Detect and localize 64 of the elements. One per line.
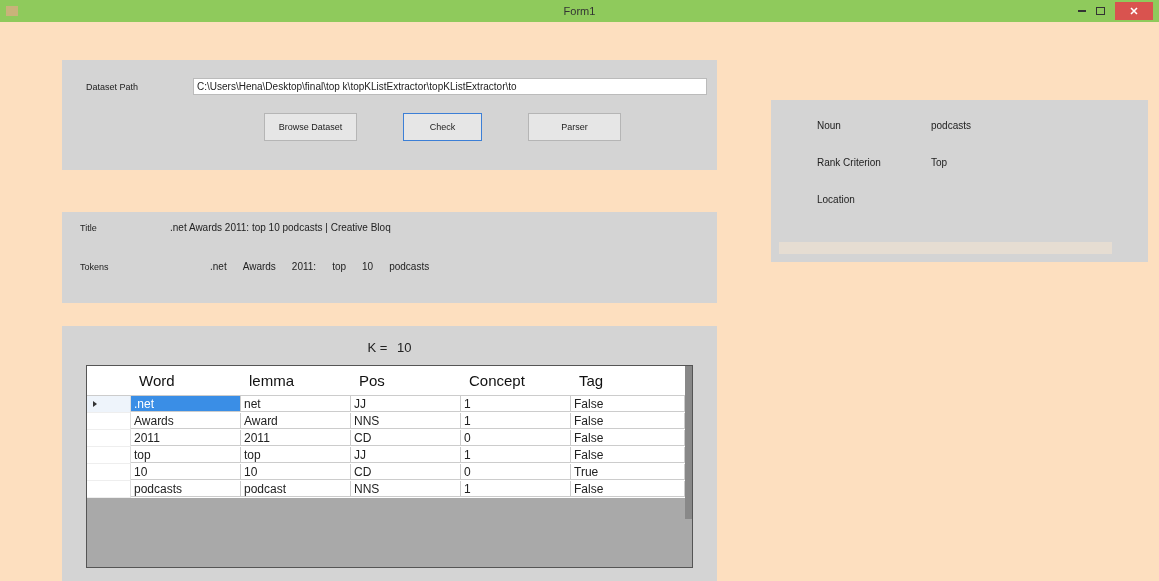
table-cell[interactable]: 2011 (131, 430, 241, 446)
table-cell[interactable]: podcasts (131, 481, 241, 497)
scrollbar[interactable] (685, 366, 692, 519)
table-cell[interactable]: 10 (131, 464, 241, 480)
row-header[interactable] (87, 481, 131, 498)
table-cell[interactable]: 10 (241, 464, 351, 480)
table-cell[interactable]: 1 (461, 396, 571, 412)
maximize-icon[interactable] (1096, 7, 1105, 15)
k-value: 10 (397, 340, 412, 355)
table-cell[interactable]: top (241, 447, 351, 463)
table-cell[interactable]: 0 (461, 430, 571, 446)
table-cell[interactable]: JJ (351, 447, 461, 463)
field-label: Rank Criterion (817, 157, 882, 168)
title-value: .net Awards 2011: top 10 podcasts | Creative Bloq (170, 222, 391, 233)
close-icon (1130, 7, 1138, 15)
table-cell[interactable]: False (571, 413, 685, 429)
table-cell[interactable]: Awards (131, 413, 241, 429)
row-header[interactable] (87, 447, 131, 464)
row-pointer-icon (93, 401, 97, 407)
minimize-icon[interactable] (1078, 10, 1086, 12)
row-header[interactable] (87, 430, 131, 447)
form-button[interactable]: Check (403, 113, 482, 141)
table-cell[interactable]: JJ (351, 396, 461, 412)
token: 2011: (291, 261, 317, 272)
field-label: Noun (817, 120, 842, 131)
table-cell[interactable]: CD (351, 430, 461, 446)
table-cell[interactable]: 1 (461, 413, 571, 429)
app-icon (6, 6, 18, 16)
table-cell[interactable]: False (571, 430, 685, 446)
row-header[interactable] (87, 396, 131, 413)
table-cell[interactable]: Award (241, 413, 351, 429)
token: podcasts (389, 261, 430, 272)
field-value: podcasts (931, 120, 972, 131)
row-header[interactable] (87, 413, 131, 430)
token: Awards (242, 261, 276, 272)
table-cell[interactable]: net (241, 396, 351, 412)
table-cell[interactable]: False (571, 481, 685, 497)
row-header[interactable] (87, 464, 131, 481)
table-cell[interactable]: top (131, 447, 241, 463)
field-label: Location (817, 194, 856, 205)
field-value: Top (931, 157, 948, 168)
table-cell[interactable]: CD (351, 464, 461, 480)
table-cell[interactable]: NNS (351, 481, 461, 497)
form-button[interactable]: Browse Dataset (264, 113, 357, 141)
token: .net (210, 261, 227, 272)
tokens-label: Tokens (80, 261, 110, 272)
table-cell[interactable]: 2011 (241, 430, 351, 446)
token: 10 (362, 261, 374, 272)
token: top (332, 261, 347, 272)
table-cell[interactable]: 0 (461, 464, 571, 480)
k-label: K = (367, 340, 389, 355)
table-cell[interactable]: True (571, 464, 685, 480)
table-cell[interactable]: False (571, 447, 685, 463)
table-cell[interactable]: NNS (351, 413, 461, 429)
table-cell[interactable]: 1 (461, 447, 571, 463)
window-title: Form1 (563, 5, 596, 17)
form-button[interactable]: Parser (528, 113, 621, 141)
table-cell[interactable]: 1 (461, 481, 571, 497)
dataset-path-label: Dataset Path (86, 81, 139, 92)
title-label: Title (80, 222, 98, 233)
close-button[interactable] (1115, 2, 1153, 20)
dataset-path-field[interactable]: C:\Users\Hena\Desktop\final\top k\topKListExtractor\topKListExtractor\to (193, 78, 707, 95)
table-cell[interactable]: podcast (241, 481, 351, 497)
table-cell[interactable]: False (571, 396, 685, 412)
